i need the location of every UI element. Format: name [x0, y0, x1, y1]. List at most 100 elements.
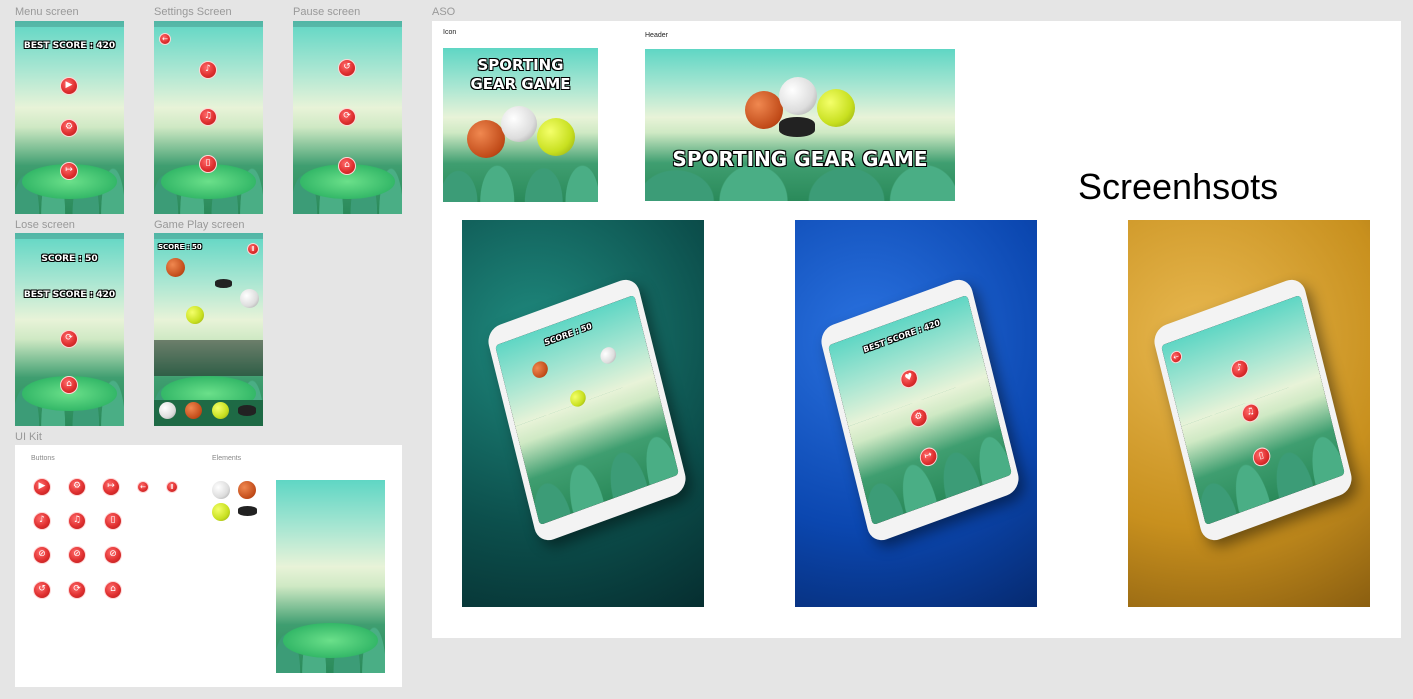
kit-vibrate-off-button[interactable]: ⊘ — [104, 546, 122, 564]
settings-screen: ← ♪ ♫ ▯ — [1161, 294, 1345, 526]
sound-button: ♪ — [1229, 357, 1251, 381]
refresh-icon: ⟳ — [343, 111, 351, 121]
frame-label-pause: Pause screen — [293, 6, 361, 18]
ui-kit-panel: Buttons Elements ▶ ⚙ ↦ ← Ⅱ ♪ ♫ ▯ ⊘ ⊘ ⊘ ↺… — [15, 445, 402, 687]
kit-home-button[interactable]: ⌂ — [104, 581, 122, 599]
kit-music-button[interactable]: ♫ — [68, 512, 86, 530]
pause-icon: Ⅱ — [251, 245, 255, 253]
basketball — [530, 359, 550, 381]
pause-screen[interactable]: ↺ ⟳ ⌂ — [293, 21, 402, 214]
home-button[interactable]: ⌂ — [60, 376, 78, 394]
screenshots-heading: Screenhsots — [1078, 166, 1279, 207]
status-bar — [154, 233, 263, 239]
kit-sound-button[interactable]: ♪ — [33, 512, 51, 530]
device-mockup: ← ♪ ♫ ▯ — [1151, 275, 1355, 545]
status-bar — [154, 21, 263, 27]
header-label: Header — [645, 32, 668, 39]
frame-label-aso: ASO — [432, 6, 456, 18]
best-score-label: BEST SCORE : 420 — [862, 318, 941, 355]
tray-tennis-slot[interactable] — [212, 402, 229, 419]
back-button: ← — [1169, 349, 1184, 365]
speaker-off-icon: ⊘ — [38, 549, 46, 559]
element-basketball — [238, 481, 256, 499]
home-icon: ⌂ — [344, 160, 350, 170]
kit-music-off-button[interactable]: ⊘ — [68, 546, 86, 564]
home-icon: ⌂ — [110, 584, 116, 594]
app-icon-preview: SPORTING GEAR GAME — [443, 48, 598, 202]
element-hockey-puck — [238, 506, 257, 516]
kit-settings-button[interactable]: ⚙ — [68, 478, 86, 496]
icon-label: Icon — [443, 29, 457, 36]
music-button[interactable]: ♫ — [199, 108, 217, 126]
element-soccer-ball — [212, 481, 230, 499]
gear-icon: ⚙ — [72, 481, 82, 491]
kit-resume-button[interactable]: ↺ — [33, 581, 51, 599]
back-button[interactable]: ← — [159, 33, 171, 45]
kit-vibrate-button[interactable]: ▯ — [104, 512, 122, 530]
exit-button[interactable]: ↦ — [60, 162, 78, 180]
kit-pause-button[interactable]: Ⅱ — [166, 481, 178, 493]
play-icon: ▶ — [38, 481, 46, 491]
basketball — [745, 91, 783, 129]
frame-label-settings: Settings Screen — [154, 6, 232, 18]
icon-title-line1: SPORTING — [477, 56, 564, 74]
kit-exit-button[interactable]: ↦ — [102, 478, 120, 496]
play-button[interactable]: ▶ — [60, 77, 78, 95]
status-bar — [15, 233, 124, 239]
kit-sound-off-button[interactable]: ⊘ — [33, 546, 51, 564]
menu-screen: BEST SCORE : 420 ♥ ⚙ ↦ — [828, 294, 1012, 526]
refresh-button[interactable]: ⟳ — [60, 330, 78, 348]
elements-label: Elements — [212, 455, 242, 462]
best-score-label: BEST SCORE : 420 — [23, 290, 116, 300]
refresh-icon: ⟳ — [73, 584, 81, 594]
device-screen: BEST SCORE : 420 ♥ ⚙ ↦ — [828, 294, 1012, 526]
hockey-puck — [779, 117, 815, 137]
soccer-ball — [240, 289, 259, 308]
device-mockup: BEST SCORE : 420 ♥ ⚙ ↦ — [818, 275, 1022, 545]
status-bar — [15, 21, 124, 27]
gear-icon: ⚙ — [913, 410, 924, 424]
tennis-ball — [537, 118, 575, 156]
gear-icon: ⚙ — [64, 122, 74, 132]
vibrate-off-icon: ⊘ — [109, 549, 117, 559]
status-bar — [293, 21, 402, 27]
kit-refresh-button[interactable]: ⟳ — [68, 581, 86, 599]
element-background — [276, 480, 385, 673]
lose-screen[interactable]: SCORE : 50 BEST SCORE : 420 ⟳ ⌂ — [15, 233, 124, 426]
refresh-button[interactable]: ⟳ — [338, 108, 356, 126]
basketball — [166, 258, 185, 277]
music-note-icon: ♫ — [72, 515, 82, 525]
hockey-puck — [215, 279, 232, 288]
soccer-ball — [501, 106, 537, 142]
best-score-label: BEST SCORE : 420 — [23, 41, 116, 51]
arrow-left-icon: ← — [140, 483, 146, 491]
soccer-ball — [779, 77, 817, 115]
frame-label-gameplay: Game Play screen — [154, 219, 245, 231]
vibrate-icon: ▯ — [110, 515, 116, 525]
tray-puck-slot[interactable] — [238, 405, 256, 416]
tray-soccer-slot[interactable] — [159, 402, 176, 419]
score-label: SCORE : 50 — [41, 254, 98, 264]
frame-label-menu: Menu screen — [15, 6, 79, 18]
tray-basketball-slot[interactable] — [185, 402, 202, 419]
home-button[interactable]: ⌂ — [338, 157, 356, 175]
resume-button[interactable]: ↺ — [338, 59, 356, 77]
settings-button[interactable]: ⚙ — [60, 119, 78, 137]
menu-screen[interactable]: BEST SCORE : 420 ▶ ⚙ ↦ — [15, 21, 124, 214]
speaker-icon: ♪ — [39, 515, 45, 525]
pause-button[interactable]: Ⅱ — [247, 243, 259, 255]
settings-screen[interactable]: ← ♪ ♫ ▯ — [154, 21, 263, 214]
pond-background — [282, 622, 379, 658]
gameplay-screen[interactable]: SCORE : 50 Ⅱ — [154, 233, 263, 426]
exit-icon: ↦ — [923, 449, 934, 463]
kit-play-button[interactable]: ▶ — [33, 478, 51, 496]
icon-title-line2: GEAR GAME — [470, 75, 571, 93]
kit-back-button[interactable]: ← — [137, 481, 149, 493]
vibrate-button[interactable]: ▯ — [199, 155, 217, 173]
music-note-icon: ♫ — [1245, 405, 1256, 419]
restart-icon: ↺ — [343, 62, 351, 72]
speaker-icon: ♪ — [205, 64, 211, 74]
home-icon: ⌂ — [66, 379, 72, 389]
device-screen: ← ♪ ♫ ▯ — [1161, 294, 1345, 526]
sound-button[interactable]: ♪ — [199, 61, 217, 79]
